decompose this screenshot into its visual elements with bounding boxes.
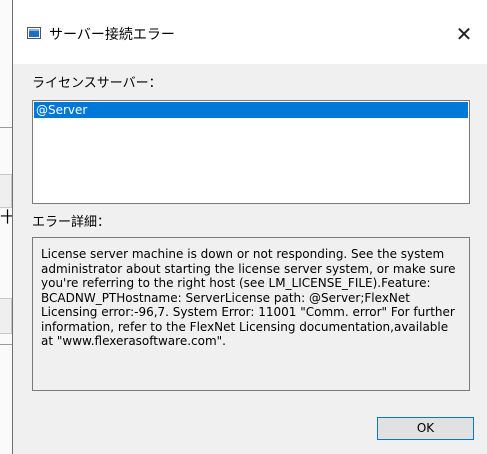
license-server-label: ライセンスサーバー： — [32, 76, 162, 91]
background-panel — [0, 174, 12, 208]
background-divider — [0, 344, 12, 345]
close-icon: ✕ — [455, 22, 473, 46]
list-item[interactable]: @Server — [34, 102, 468, 118]
background-panel — [0, 298, 12, 334]
title-bar: サーバー接続エラー ✕ — [13, 0, 487, 64]
ok-button[interactable]: OK — [377, 417, 474, 440]
background-divider — [0, 127, 12, 128]
error-detail-text: License server machine is down or not re… — [32, 237, 470, 391]
license-server-list[interactable]: @Server — [32, 100, 470, 204]
background-window — [0, 0, 12, 454]
server-connection-error-dialog: サーバー接続エラー ✕ ライセンスサーバー： @Server エラー詳細： Li… — [12, 0, 487, 454]
window-title: サーバー接続エラー — [49, 27, 175, 43]
application-icon — [27, 27, 41, 39]
close-button[interactable]: ✕ — [441, 14, 487, 54]
error-detail-label: エラー詳細： — [32, 215, 111, 230]
